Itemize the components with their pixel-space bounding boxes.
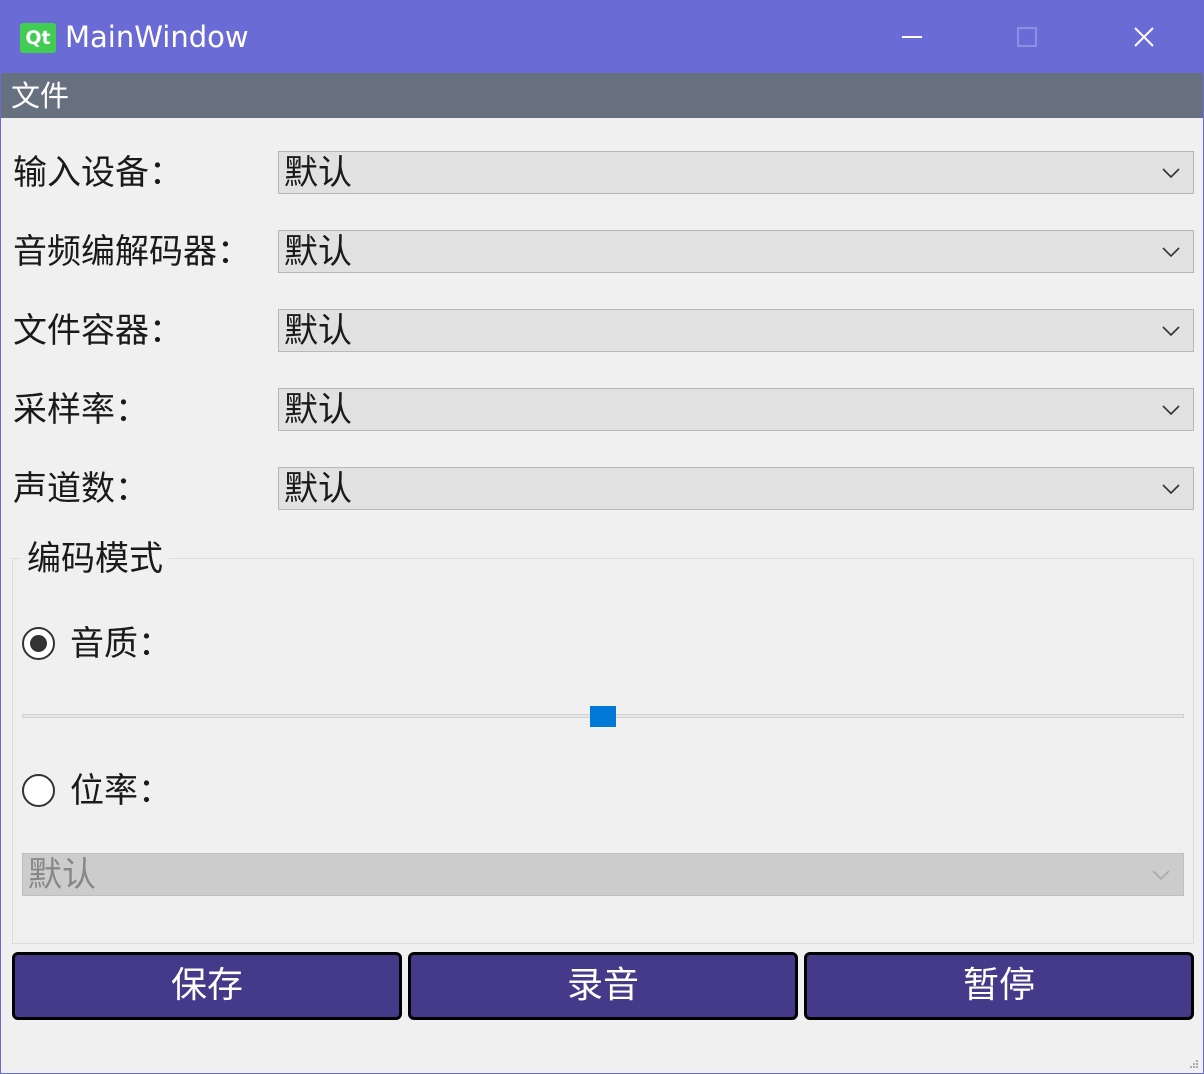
chevron-down-icon [1162,168,1180,179]
qt-logo-icon: Qt [20,23,56,53]
bitrate-radio[interactable] [22,774,55,807]
close-button[interactable] [1116,11,1172,63]
input-device-value: 默认 [284,153,352,193]
input-device-combo[interactable]: 默认 [278,151,1194,194]
window-title: MainWindow [65,20,249,54]
maximize-button[interactable] [999,11,1055,63]
bitrate-value: 默认 [28,855,96,895]
bitrate-label: 位率： [70,771,172,811]
minimize-icon [902,36,922,38]
audio-codec-combo[interactable]: 默认 [278,230,1194,273]
main-window: Qt MainWindow 文件 输入设备： 默认 音频编解码器： 默认 文件容… [0,0,1204,1074]
quality-radio[interactable] [22,627,55,660]
chevron-down-icon [1152,870,1170,881]
sample-rate-value: 默认 [284,390,352,430]
minimize-button[interactable] [884,11,940,63]
file-container-combo[interactable]: 默认 [278,309,1194,352]
audio-codec-value: 默认 [284,232,352,272]
quality-slider-handle[interactable] [590,706,616,727]
quality-label: 音质： [70,624,172,664]
channels-label: 声道数： [13,469,149,509]
menu-bar: 文件 [1,73,1203,118]
menu-file[interactable]: 文件 [11,77,69,115]
file-container-value: 默认 [284,311,352,351]
encoding-mode-title: 编码模式 [21,537,169,581]
record-button[interactable]: 录音 [408,952,798,1020]
sample-rate-label: 采样率： [13,390,149,430]
maximize-icon [1017,27,1037,47]
resize-grip-icon[interactable] [1189,1059,1199,1069]
chevron-down-icon [1162,405,1180,416]
chevron-down-icon [1162,484,1180,495]
chevron-down-icon [1162,247,1180,258]
channels-combo[interactable]: 默认 [278,467,1194,510]
bitrate-combo[interactable]: 默认 [22,853,1184,896]
chevron-down-icon [1162,326,1180,337]
title-bar: Qt MainWindow [1,1,1203,73]
input-device-label: 输入设备： [13,153,183,193]
audio-codec-label: 音频编解码器： [13,232,251,272]
save-button[interactable]: 保存 [12,952,402,1020]
channels-value: 默认 [284,469,352,509]
pause-button[interactable]: 暂停 [804,952,1194,1020]
file-container-label: 文件容器： [13,311,183,351]
close-icon [1134,27,1154,47]
sample-rate-combo[interactable]: 默认 [278,388,1194,431]
